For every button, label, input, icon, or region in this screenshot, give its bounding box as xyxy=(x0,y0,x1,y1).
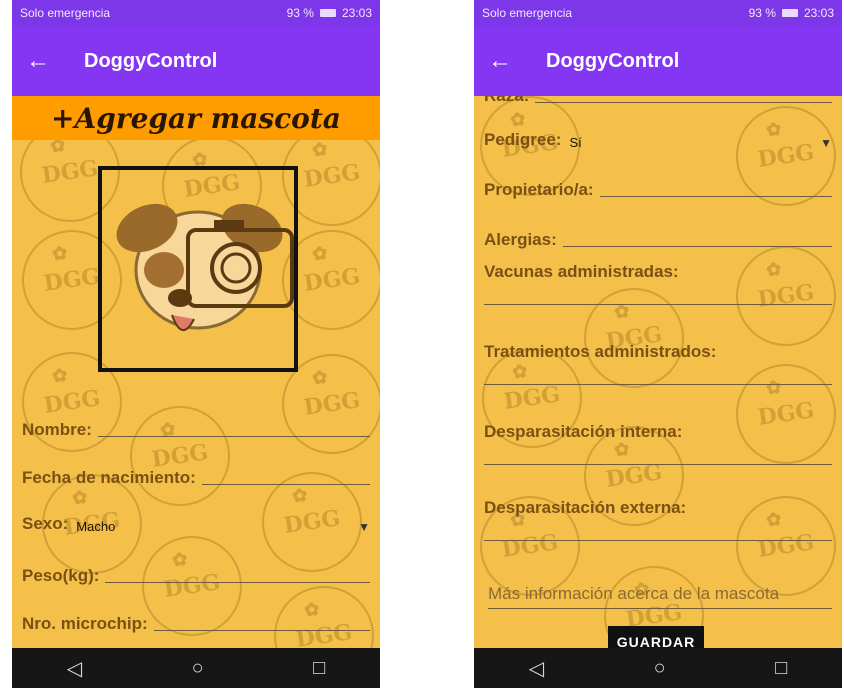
battery-percent: 93 % xyxy=(748,6,776,20)
status-carrier: Solo emergencia xyxy=(20,6,111,20)
weight-label: Peso(kg): xyxy=(22,566,100,585)
add-pet-screen-scrolled: Solo emergencia 93 % 23:03 ← DoggyContro… xyxy=(474,0,842,688)
more-info-input[interactable]: Más información acerca de la mascota xyxy=(488,584,832,609)
dog-camera-icon xyxy=(116,203,294,331)
battery-icon xyxy=(781,9,798,17)
weight-field[interactable]: Peso(kg): xyxy=(22,566,370,586)
pet-photo-picker[interactable] xyxy=(98,166,298,372)
birthdate-label: Fecha de nacimiento: xyxy=(22,468,196,487)
sex-value: Macho xyxy=(76,519,116,534)
allergies-label: Alergias: xyxy=(484,230,557,249)
nav-back-icon[interactable]: ◁ xyxy=(49,656,100,681)
owner-label: Propietario/a: xyxy=(484,180,594,199)
vaccines-label: Vacunas administradas: xyxy=(484,262,679,281)
name-label: Nombre: xyxy=(22,420,92,439)
breed-label: Raza: xyxy=(484,96,529,106)
pedigree-select[interactable]: Pedigree: Sí ▼ xyxy=(484,130,832,150)
back-arrow-icon[interactable]: ← xyxy=(26,47,54,75)
back-arrow-icon[interactable]: ← xyxy=(488,47,516,75)
treatments-field[interactable]: Tratamientos administrados: xyxy=(484,342,832,388)
save-button[interactable]: GUARDAR xyxy=(608,626,704,648)
nav-home-icon[interactable]: ○ xyxy=(636,657,684,680)
dropdown-arrow-icon: ▼ xyxy=(358,520,370,534)
app-bar: ← DoggyControl xyxy=(474,26,842,96)
nav-recent-icon[interactable]: □ xyxy=(757,657,805,680)
external-deworming-label: Desparasitación externa: xyxy=(484,498,687,517)
form-content: ✿ DGG ✿ DGG ✿ DGG ✿ DGG ✿ DGG ✿ DGG ✿ DGG ✿ DGG … xyxy=(474,96,842,648)
pedigree-value: Sí xyxy=(569,135,582,150)
birthdate-field[interactable]: Fecha de nacimiento: xyxy=(22,468,370,488)
treatments-label: Tratamientos administrados: xyxy=(484,342,717,361)
system-nav-bar: ◁ ○ □ xyxy=(12,648,380,688)
app-title: DoggyControl xyxy=(546,49,680,72)
dropdown-arrow-icon: ▼ xyxy=(820,136,832,150)
status-time: 23:03 xyxy=(803,6,834,20)
pedigree-label: Pedigree: xyxy=(484,130,562,149)
status-carrier: Solo emergencia xyxy=(482,6,573,20)
microchip-field[interactable]: Nro. microchip: xyxy=(22,614,370,634)
breed-field[interactable]: Raza: xyxy=(484,96,832,106)
nav-home-icon[interactable]: ○ xyxy=(174,657,222,680)
microchip-label: Nro. microchip: xyxy=(22,614,148,633)
nav-back-icon[interactable]: ◁ xyxy=(511,656,562,681)
system-nav-bar: ◁ ○ □ xyxy=(474,648,842,688)
form-content: ✿ DGG ✿ DGG ✿ DGG ✿ DGG ✿ DGG ✿ DGG ✿ DGG ✿ DGG … xyxy=(12,96,380,648)
app-title: DoggyControl xyxy=(84,49,218,72)
sex-select[interactable]: Sexo: Macho ▼ xyxy=(22,514,370,534)
status-time: 23:03 xyxy=(341,6,372,20)
add-pet-header: +Agregar mascota xyxy=(12,96,380,140)
internal-deworming-field[interactable]: Desparasitación interna: xyxy=(484,422,832,468)
sex-label: Sexo: xyxy=(22,514,69,533)
app-bar: ← DoggyControl xyxy=(12,26,380,96)
status-bar: Solo emergencia 93 % 23:03 xyxy=(474,0,842,26)
internal-deworming-label: Desparasitación interna: xyxy=(484,422,683,441)
battery-icon xyxy=(319,9,336,17)
owner-field[interactable]: Propietario/a: xyxy=(484,180,832,200)
vaccines-field[interactable]: Vacunas administradas: xyxy=(484,262,832,308)
name-field[interactable]: Nombre: xyxy=(22,420,370,440)
battery-percent: 93 % xyxy=(286,6,314,20)
watermark-logo: ✿ DGG xyxy=(123,399,237,513)
allergies-field[interactable]: Alergias: xyxy=(484,230,832,250)
status-bar: Solo emergencia 93 % 23:03 xyxy=(12,0,380,26)
external-deworming-field[interactable]: Desparasitación externa: xyxy=(484,498,832,544)
nav-recent-icon[interactable]: □ xyxy=(295,657,343,680)
add-pet-screen: Solo emergencia 93 % 23:03 ← DoggyContro… xyxy=(12,0,380,688)
